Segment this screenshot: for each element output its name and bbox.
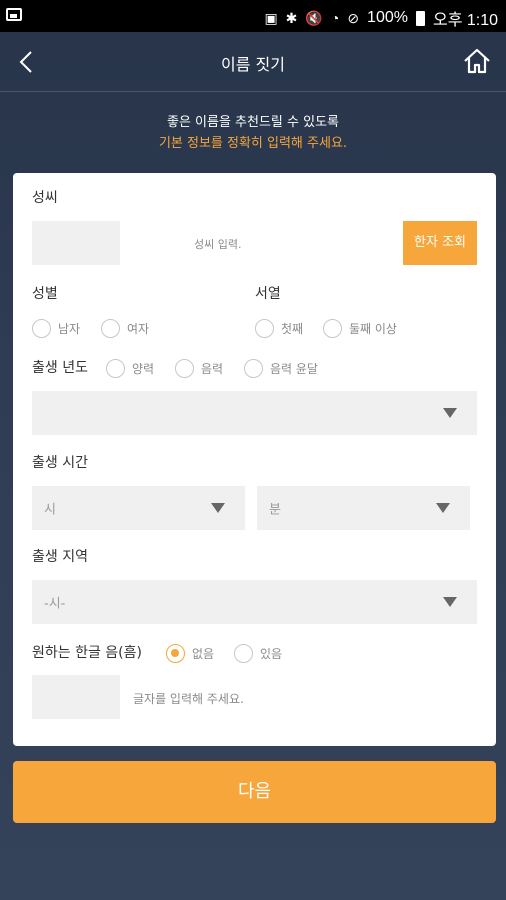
status-bar: ▣ ✱ 🔇 ◔ ⊘ 100% 오후 1:10 [0,0,506,32]
radio-circle[interactable] [106,359,125,378]
select-value: 분 [269,502,281,518]
intro-text: 좋은 이름을 추천드릴 수 있도록 기본 정보를 정확히 입력해 주세요. [0,112,506,154]
dropdown-arrow-icon [211,503,225,513]
mute-icon: 🔇 [305,10,323,26]
birth-year-label: 출생 년도 [32,360,88,376]
radio-label: 남자 [58,322,81,336]
radio-circle[interactable] [244,359,263,378]
dropdown-arrow-icon [436,503,450,513]
hangul-sound-yes-radio[interactable]: 있음 [234,644,282,663]
radio-circle[interactable] [101,319,120,338]
surname-input[interactable] [32,221,120,265]
intro-line-1: 좋은 이름을 추천드릴 수 있도록 [166,115,339,130]
hangul-sound-label: 원하는 한글 음(흠) [32,645,142,661]
intro-line-2: 기본 정보를 정확히 입력해 주세요. [158,136,348,151]
birth-region-select[interactable]: -시- [32,580,477,624]
surname-label: 성씨 [32,190,58,206]
select-value: -시- [44,596,66,612]
birth-minute-select[interactable]: 분 [257,486,470,530]
radio-label: 없음 [192,647,215,661]
radio-circle-checked[interactable] [166,644,185,663]
page-title: 이름 짓기 [221,55,285,74]
radio-label: 있음 [260,647,283,661]
birth-region-label: 출생 지역 [32,549,88,565]
wifi-icon: ◔ [330,10,340,26]
gallery-notification-icon [6,8,22,21]
lunar-calendar-radio[interactable]: 음력 [175,359,223,378]
select-value: 시 [44,502,56,518]
gender-female-radio[interactable]: 여자 [101,319,149,338]
solar-calendar-radio[interactable]: 양력 [106,359,154,378]
dropdown-arrow-icon [443,408,457,418]
hangul-sound-hint: 글자를 입력해 주세요. [133,692,244,706]
radio-label: 여자 [127,322,150,336]
order-second-plus-radio[interactable]: 둘째 이상 [323,319,397,338]
hanja-lookup-button[interactable]: 한자 조회 [403,221,477,265]
surname-hint: 성씨 입력. [194,238,242,251]
clock: 오후 1:10 [432,12,498,29]
app-bar: 이름 짓기 [0,32,506,92]
bluetooth-icon: ✱ [285,10,298,26]
sim-icon: ▣ [264,10,278,26]
dropdown-arrow-icon [443,597,457,607]
no-disturb-icon: ⊘ [347,10,360,26]
hangul-sound-none-radio[interactable]: 없음 [166,644,214,663]
gender-male-radio[interactable]: 남자 [32,319,80,338]
home-icon[interactable] [462,46,492,76]
radio-label: 음력 [201,362,224,376]
next-button[interactable]: 다음 [13,761,496,823]
status-icons: ▣ ✱ 🔇 ◔ ⊘ 100% 오후 1:10 [264,6,498,30]
birth-time-label: 출생 시간 [32,455,88,471]
form-card: 성씨 성씨 입력. 한자 조회 성별 남자 여자 서열 첫째 둘째 이상 출생 … [13,173,496,746]
hangul-sound-input[interactable] [32,675,120,719]
battery-percent: 100% [367,9,408,26]
radio-label: 음력 윤달 [270,362,318,376]
radio-label: 첫째 [281,322,304,336]
birth-hour-select[interactable]: 시 [32,486,245,530]
radio-circle[interactable] [32,319,51,338]
order-first-radio[interactable]: 첫째 [255,319,303,338]
order-label: 서열 [255,286,281,302]
battery-icon [415,11,425,26]
radio-circle[interactable] [175,359,194,378]
birth-year-select[interactable] [32,391,477,435]
radio-circle[interactable] [255,319,274,338]
radio-circle[interactable] [323,319,342,338]
radio-label: 양력 [132,362,155,376]
radio-label: 둘째 이상 [349,322,397,336]
radio-circle[interactable] [234,644,253,663]
gender-label: 성별 [32,286,58,302]
lunar-leap-month-radio[interactable]: 음력 윤달 [244,359,318,378]
